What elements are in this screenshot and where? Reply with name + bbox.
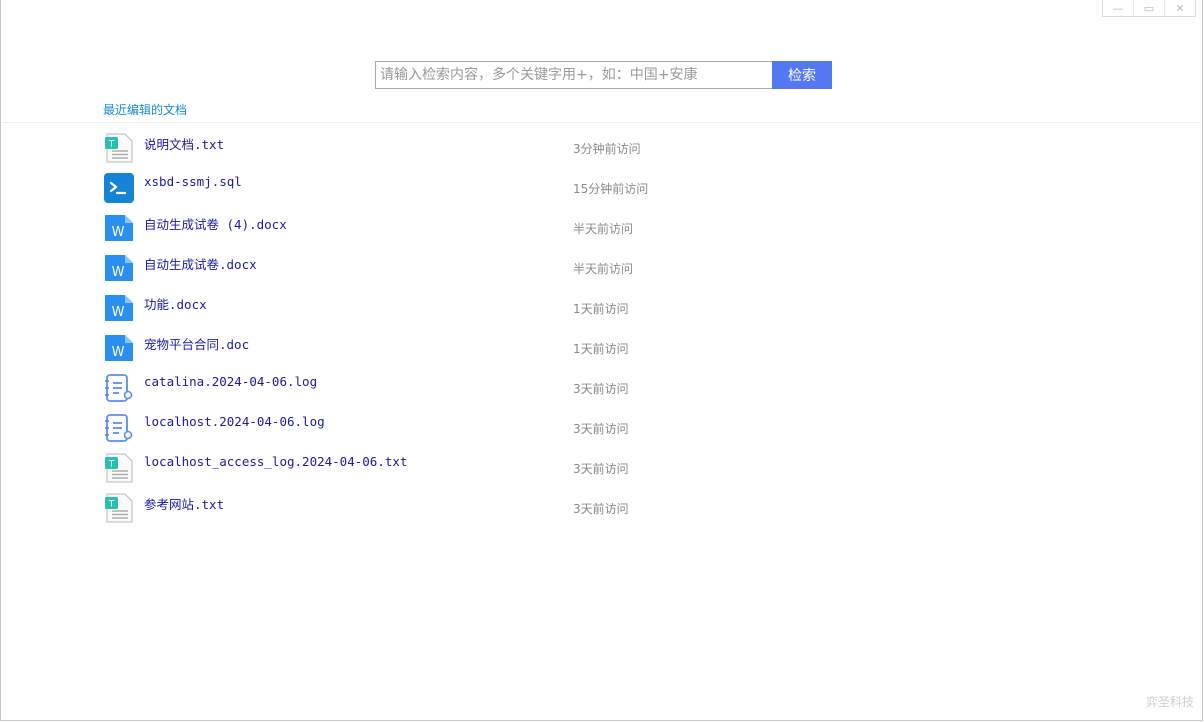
file-name-link[interactable]: xsbd-ssmj.sql: [144, 174, 242, 189]
txt-file-icon: T: [103, 132, 135, 164]
file-row[interactable]: T 说明文档.txt 3分钟前访问: [103, 131, 723, 171]
file-name-link[interactable]: 功能.docx: [144, 294, 207, 313]
close-button[interactable]: ✕: [1164, 0, 1195, 16]
file-name-link[interactable]: localhost.2024-04-06.log: [144, 414, 325, 429]
word-file-icon: W: [103, 212, 135, 244]
file-row[interactable]: catalina.2024-04-06.log 3天前访问: [103, 371, 723, 411]
word-file-icon: W: [103, 292, 135, 324]
sql-terminal-icon: [103, 172, 135, 204]
svg-text:T: T: [108, 500, 115, 510]
file-access-time: 1天前访问: [573, 302, 629, 316]
file-name-link[interactable]: 参考网站.txt: [144, 494, 224, 513]
svg-text:W: W: [112, 345, 125, 360]
file-row[interactable]: W 功能.docx 1天前访问: [103, 291, 723, 331]
file-name-link[interactable]: 自动生成试卷 (4).docx: [144, 214, 287, 233]
search-button[interactable]: 检索: [772, 61, 832, 89]
file-name-link[interactable]: localhost_access_log.2024-04-06.txt: [144, 454, 407, 469]
file-access-time: 3天前访问: [573, 502, 629, 516]
svg-text:W: W: [112, 265, 125, 280]
close-icon: ✕: [1175, 1, 1185, 15]
window-controls: — ▭ ✕: [1102, 0, 1196, 17]
file-access-time: 半天前访问: [573, 222, 634, 236]
txt-file-icon: T: [103, 452, 135, 484]
recent-file-list: T 说明文档.txt 3分钟前访问 xsbd-ssmj.sql 15分钟前访问 W 自动生成…: [103, 131, 723, 531]
word-file-icon: W: [103, 332, 135, 364]
file-name-link[interactable]: 说明文档.txt: [144, 134, 224, 153]
file-row[interactable]: xsbd-ssmj.sql 15分钟前访问: [103, 171, 723, 211]
search-input[interactable]: [375, 61, 772, 89]
brand-watermark: 弈圣科技: [1145, 695, 1194, 709]
file-name-link[interactable]: 自动生成试卷.docx: [144, 254, 257, 273]
file-row[interactable]: W 宠物平台合同.doc 1天前访问: [103, 331, 723, 371]
file-row[interactable]: W 自动生成试卷.docx 半天前访问: [103, 251, 723, 291]
file-access-time: 3天前访问: [573, 382, 629, 396]
file-row[interactable]: localhost.2024-04-06.log 3天前访问: [103, 411, 723, 451]
svg-text:T: T: [108, 460, 115, 470]
maximize-icon: ▭: [1143, 1, 1155, 15]
search-bar: 检索: [375, 61, 832, 89]
recent-docs-title: 最近编辑的文档: [103, 103, 188, 117]
file-name-link[interactable]: catalina.2024-04-06.log: [144, 374, 317, 389]
file-access-time: 半天前访问: [573, 262, 634, 276]
minimize-button[interactable]: —: [1103, 0, 1133, 16]
minimize-icon: —: [1112, 1, 1124, 15]
file-access-time: 1天前访问: [573, 342, 629, 356]
file-row[interactable]: Tlocalhost_access_log.2024-04-06.txt 3天前访…: [103, 451, 723, 491]
app-window: — ▭ ✕ 检索 最近编辑的文档 T 说明文档.txt 3分钟前访问 xsbd-ssm…: [0, 0, 1203, 721]
log-file-icon: [103, 412, 135, 444]
file-access-time: 3天前访问: [573, 422, 629, 436]
log-file-icon: [103, 372, 135, 404]
svg-text:T: T: [108, 140, 115, 150]
file-access-time: 3天前访问: [573, 462, 629, 476]
file-row[interactable]: T 参考网站.txt 3天前访问: [103, 491, 723, 531]
maximize-button[interactable]: ▭: [1133, 0, 1164, 16]
file-access-time: 3分钟前访问: [573, 142, 641, 156]
divider: [2, 122, 1201, 123]
txt-file-icon: T: [103, 492, 135, 524]
file-row[interactable]: W 自动生成试卷 (4).docx 半天前访问: [103, 211, 723, 251]
svg-text:W: W: [112, 225, 125, 240]
file-name-link[interactable]: 宠物平台合同.doc: [144, 334, 249, 353]
word-file-icon: W: [103, 252, 135, 284]
file-access-time: 15分钟前访问: [573, 182, 649, 196]
svg-text:W: W: [112, 305, 125, 320]
